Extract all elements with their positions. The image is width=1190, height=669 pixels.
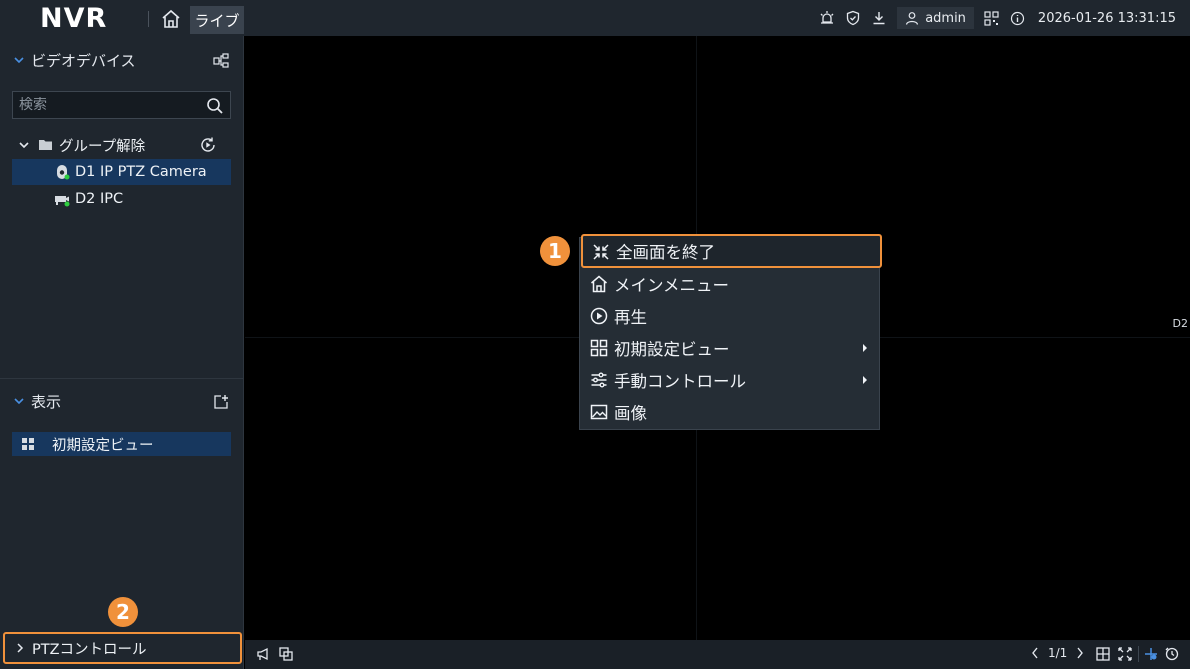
- system-clock: 2026-01-26 13:31:15: [1037, 10, 1176, 26]
- exit-fullscreen-icon: [593, 244, 609, 260]
- play-circle-icon: [590, 307, 608, 325]
- add-view-icon[interactable]: [212, 393, 230, 411]
- menu-item-image[interactable]: 画像: [580, 396, 881, 428]
- menu-item-label: 手動コントロール: [614, 372, 746, 391]
- chevron-down-icon: [14, 398, 24, 405]
- device-label: D2 IPC: [75, 191, 124, 207]
- chevron-left-icon[interactable]: [1030, 646, 1040, 660]
- user-menu[interactable]: admin: [897, 7, 974, 29]
- menu-item-main-menu[interactable]: メインメニュー: [580, 268, 881, 300]
- search-icon[interactable]: [206, 97, 224, 115]
- grid-view-icon: [590, 339, 608, 357]
- menu-item-label: 初期設定ビュー: [614, 340, 730, 359]
- view-label: 初期設定ビュー: [52, 437, 154, 454]
- sliders-icon: [591, 372, 607, 388]
- channel-label: D2: [1172, 317, 1188, 330]
- top-right-toolbar: admin 2026-01-26 13:31:15: [819, 0, 1176, 36]
- refresh-play-icon[interactable]: [199, 136, 217, 154]
- device-group[interactable]: グループ解除: [12, 133, 231, 157]
- brand-logo: NVR: [40, 3, 108, 34]
- menu-item-playback[interactable]: 再生: [580, 300, 881, 332]
- chevron-right-icon[interactable]: [1075, 646, 1085, 660]
- device-item-d1[interactable]: D1 IP PTZ Camera: [12, 159, 231, 185]
- menu-item-label: メインメニュー: [614, 276, 730, 295]
- alarm-icon[interactable]: [819, 10, 835, 26]
- menu-item-label: 再生: [614, 308, 647, 327]
- home-icon: [591, 275, 607, 293]
- group-label: グループ解除: [59, 138, 146, 155]
- ptz-move-icon[interactable]: [1144, 647, 1158, 661]
- submenu-arrow-icon: [863, 376, 867, 384]
- devices-section-title: ビデオデバイス: [31, 51, 136, 70]
- pager: 1/1: [1030, 646, 1085, 660]
- page-indicator: 1/1: [1048, 646, 1068, 660]
- home-button[interactable]: [160, 8, 182, 30]
- menu-item-manual-control[interactable]: 手動コントロール: [580, 364, 881, 396]
- sidebar-divider: [0, 378, 244, 379]
- home-icon: [162, 9, 180, 28]
- chevron-right-icon: [17, 643, 24, 653]
- info-icon[interactable]: [1010, 10, 1026, 26]
- search-input[interactable]: [13, 97, 198, 113]
- menu-item-label: 画像: [614, 404, 647, 423]
- grid-view-icon: [22, 438, 34, 450]
- menu-item-exit-fullscreen[interactable]: 全画面を終了: [581, 234, 882, 268]
- qr-code-icon[interactable]: [984, 10, 1000, 26]
- window-switch-icon[interactable]: [279, 647, 293, 661]
- menu-item-default-view[interactable]: 初期設定ビュー: [580, 332, 881, 364]
- toolbar-separator: [1138, 646, 1139, 662]
- view-section-title: 表示: [31, 392, 62, 411]
- sidebar: ビデオデバイス グループ解除 D1 IP PTZ Camera D2 IPC 表…: [0, 36, 244, 669]
- context-menu: 全画面を終了 メインメニュー 再生 初期設定ビュー 手動コントロール 画像: [579, 234, 882, 430]
- ptz-control-section[interactable]: PTZコントロール: [3, 632, 242, 664]
- callout-badge-2: 2: [108, 597, 138, 627]
- ptz-control-label: PTZコントロール: [32, 641, 147, 658]
- chevron-down-icon: [14, 57, 24, 64]
- chevron-down-icon: [19, 142, 29, 149]
- schedule-clock-icon[interactable]: [1165, 647, 1179, 661]
- devices-section-header[interactable]: ビデオデバイス: [0, 46, 244, 74]
- device-tree-icon[interactable]: [212, 52, 230, 70]
- top-bar: NVR ライブ admin 2026-01-26 13:31:15: [0, 0, 1190, 36]
- device-search: [12, 91, 231, 119]
- shield-icon[interactable]: [845, 10, 861, 26]
- callout-badge-1: 1: [540, 236, 570, 266]
- download-icon[interactable]: [871, 10, 887, 26]
- submenu-arrow-icon: [863, 344, 867, 352]
- bottom-toolbar: 1/1: [245, 640, 1190, 669]
- view-item-default[interactable]: 初期設定ビュー: [12, 432, 231, 456]
- device-label: D1 IP PTZ Camera: [75, 164, 207, 180]
- folder-icon: [39, 140, 52, 150]
- tab-live[interactable]: ライブ: [190, 6, 244, 34]
- device-item-d2[interactable]: D2 IPC: [12, 186, 231, 212]
- image-icon: [590, 404, 608, 420]
- broadcast-icon[interactable]: [257, 647, 271, 661]
- menu-item-label: 全画面を終了: [616, 243, 715, 262]
- user-icon: [906, 12, 919, 25]
- top-separator: [148, 11, 149, 27]
- layout-split-icon[interactable]: [1096, 647, 1110, 661]
- view-section-header[interactable]: 表示: [0, 387, 244, 415]
- ipc-camera-icon: [55, 196, 70, 207]
- fullscreen-icon[interactable]: [1118, 647, 1132, 661]
- username: admin: [925, 10, 966, 26]
- ptz-camera-icon: [57, 165, 70, 180]
